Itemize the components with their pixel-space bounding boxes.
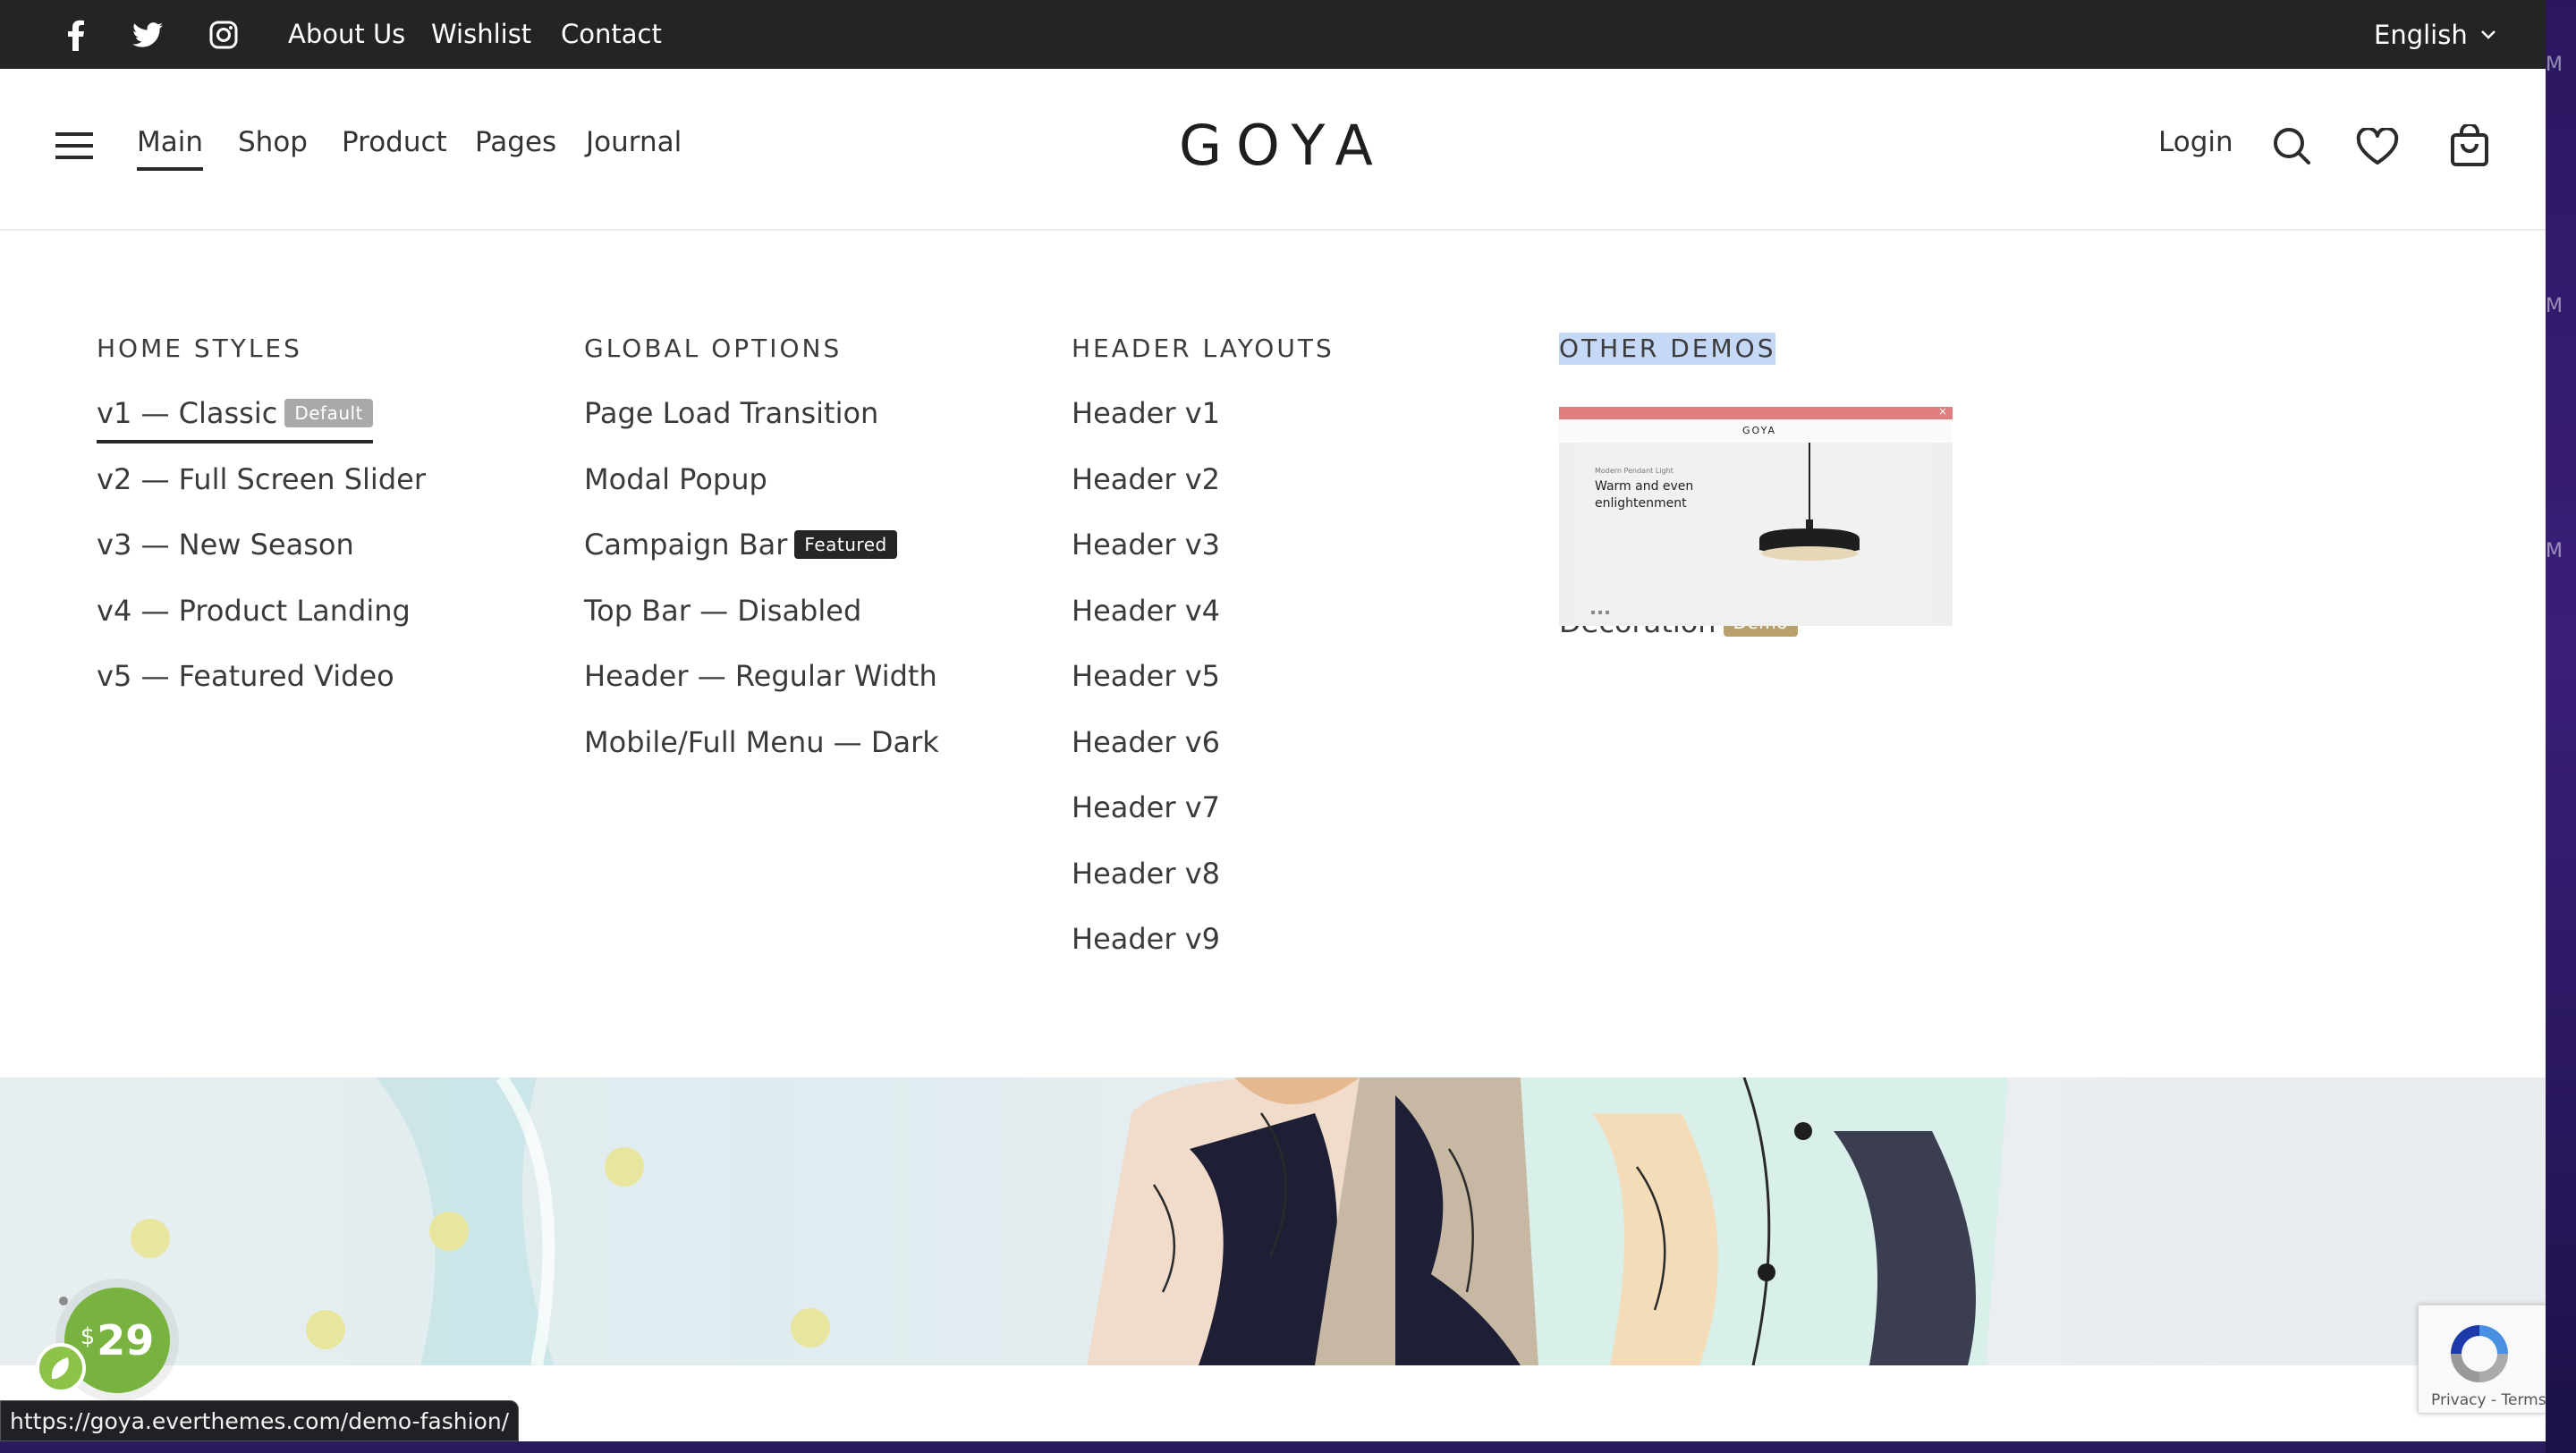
decoration-demo-thumbnail[interactable]: × GOYA Modern Pendant Light Warm and eve… (1559, 407, 1953, 626)
menu-item-home-v3[interactable]: v3 — New Season (97, 525, 354, 564)
nav-item-main[interactable]: Main (137, 121, 204, 171)
other-demos-column: OTHER DEMOS DecorationDemo (1559, 333, 1798, 639)
contact-link[interactable]: Contact (561, 0, 662, 69)
menu-icon[interactable] (55, 131, 93, 164)
menu-item-header-v5[interactable]: Header v5 (1072, 656, 1220, 696)
menu-item-header-v8[interactable]: Header v8 (1072, 854, 1220, 893)
header-layouts-column: HEADER LAYOUTS Header v1 Header v2 Heade… (1072, 333, 1335, 956)
recaptcha-terms[interactable]: Privacy - Terms (2431, 1391, 2546, 1409)
site-header: Main Shop Product Pages Journal GOYA Log… (0, 69, 2546, 231)
cart-icon[interactable] (2450, 122, 2489, 171)
menu-item-mobile-menu-dark[interactable]: Mobile/Full Menu — Dark (584, 722, 939, 762)
widget-dot (59, 1297, 68, 1305)
menu-item-header-regular-width[interactable]: Header — Regular Width (584, 656, 937, 696)
menu-item-home-v5[interactable]: v5 — Featured Video (97, 656, 394, 696)
menu-item-header-v9[interactable]: Header v9 (1072, 919, 1220, 959)
about-us-link[interactable]: About Us (288, 0, 405, 69)
site-logo[interactable]: GOYA (1179, 118, 1387, 173)
menu-item-campaign-bar[interactable]: Campaign Bar Featured (584, 525, 897, 564)
search-icon[interactable] (2272, 126, 2311, 169)
thumb-headline: Warm and even enlightenment (1595, 479, 1694, 511)
menu-item-header-v4[interactable]: Header v4 (1072, 591, 1220, 630)
thumb-campaign-bar: × (1559, 407, 1953, 419)
price-currency: $ (80, 1323, 96, 1350)
menu-item-modal-popup[interactable]: Modal Popup (584, 460, 767, 499)
language-label: English (2374, 19, 2468, 50)
menu-item-header-v1[interactable]: Header v1 (1072, 393, 1220, 433)
menu-item-header-v7[interactable]: Header v7 (1072, 788, 1220, 827)
default-badge: Default (284, 399, 373, 427)
thumb-slider-dots (1591, 611, 1613, 614)
menu-item-home-v2[interactable]: v2 — Full Screen Slider (97, 460, 426, 499)
nav-item-pages[interactable]: Pages (475, 121, 556, 164)
menu-item-page-load-transition[interactable]: Page Load Transition (584, 393, 878, 433)
thumb-logo: GOYA (1742, 425, 1776, 436)
top-bar: About Us Wishlist Contact English (0, 0, 2546, 69)
header-layouts-title: HEADER LAYOUTS (1072, 334, 1335, 363)
home-styles-column: HOME STYLES v1 — Classic Default v2 — Ful… (97, 333, 426, 693)
menu-item-label: Campaign Bar (584, 528, 788, 562)
hero-illustration (131, 1077, 2008, 1365)
recaptcha-icon (2451, 1325, 2508, 1382)
menu-item-header-v6[interactable]: Header v6 (1072, 722, 1220, 762)
menu-item-label: v1 — Classic (97, 396, 278, 430)
twitter-icon[interactable] (132, 0, 163, 69)
global-options-title: GLOBAL OPTIONS (584, 334, 843, 363)
menu-item-header-v3[interactable]: Header v3 (1072, 525, 1220, 564)
status-bar-url: https://goya.everthemes.com/demo-fashion… (0, 1400, 520, 1441)
home-styles-title: HOME STYLES (97, 334, 302, 363)
login-link[interactable]: Login (2158, 121, 2233, 164)
instagram-icon[interactable] (209, 0, 238, 69)
nav-item-product[interactable]: Product (342, 121, 447, 164)
global-options-column: GLOBAL OPTIONS Page Load Transition Moda… (584, 333, 939, 759)
nav-item-journal[interactable]: Journal (586, 121, 682, 164)
menu-item-home-v4[interactable]: v4 — Product Landing (97, 591, 411, 630)
pendant-lamp-icon (1759, 443, 1860, 561)
page: About Us Wishlist Contact English Main S… (0, 0, 2546, 1441)
hero-image (0, 1077, 2546, 1365)
language-select[interactable]: English (2374, 0, 2546, 69)
menu-item-home-v1[interactable]: v1 — Classic Default (97, 393, 373, 444)
thumb-small-text: Modern Pendant Light (1595, 467, 1674, 475)
desktop-background: M M M (2546, 0, 2576, 1453)
other-demos-title: OTHER DEMOS (1559, 333, 1776, 365)
leaf-icon[interactable] (36, 1343, 86, 1393)
heart-icon[interactable] (2356, 126, 2399, 169)
wishlist-link[interactable]: Wishlist (431, 0, 531, 69)
mega-menu: HOME STYLES v1 — Classic Default v2 — Ful… (0, 231, 2540, 1077)
nav-item-shop[interactable]: Shop (238, 121, 308, 164)
featured-badge: Featured (794, 530, 897, 559)
facebook-icon[interactable] (66, 0, 86, 69)
menu-item-header-v2[interactable]: Header v2 (1072, 460, 1220, 499)
price-amount: 29 (97, 1316, 155, 1364)
chevron-down-icon (2480, 30, 2496, 39)
menu-item-top-bar-disabled[interactable]: Top Bar — Disabled (584, 591, 861, 630)
recaptcha-widget[interactable]: Privacy - Terms (2418, 1305, 2546, 1414)
